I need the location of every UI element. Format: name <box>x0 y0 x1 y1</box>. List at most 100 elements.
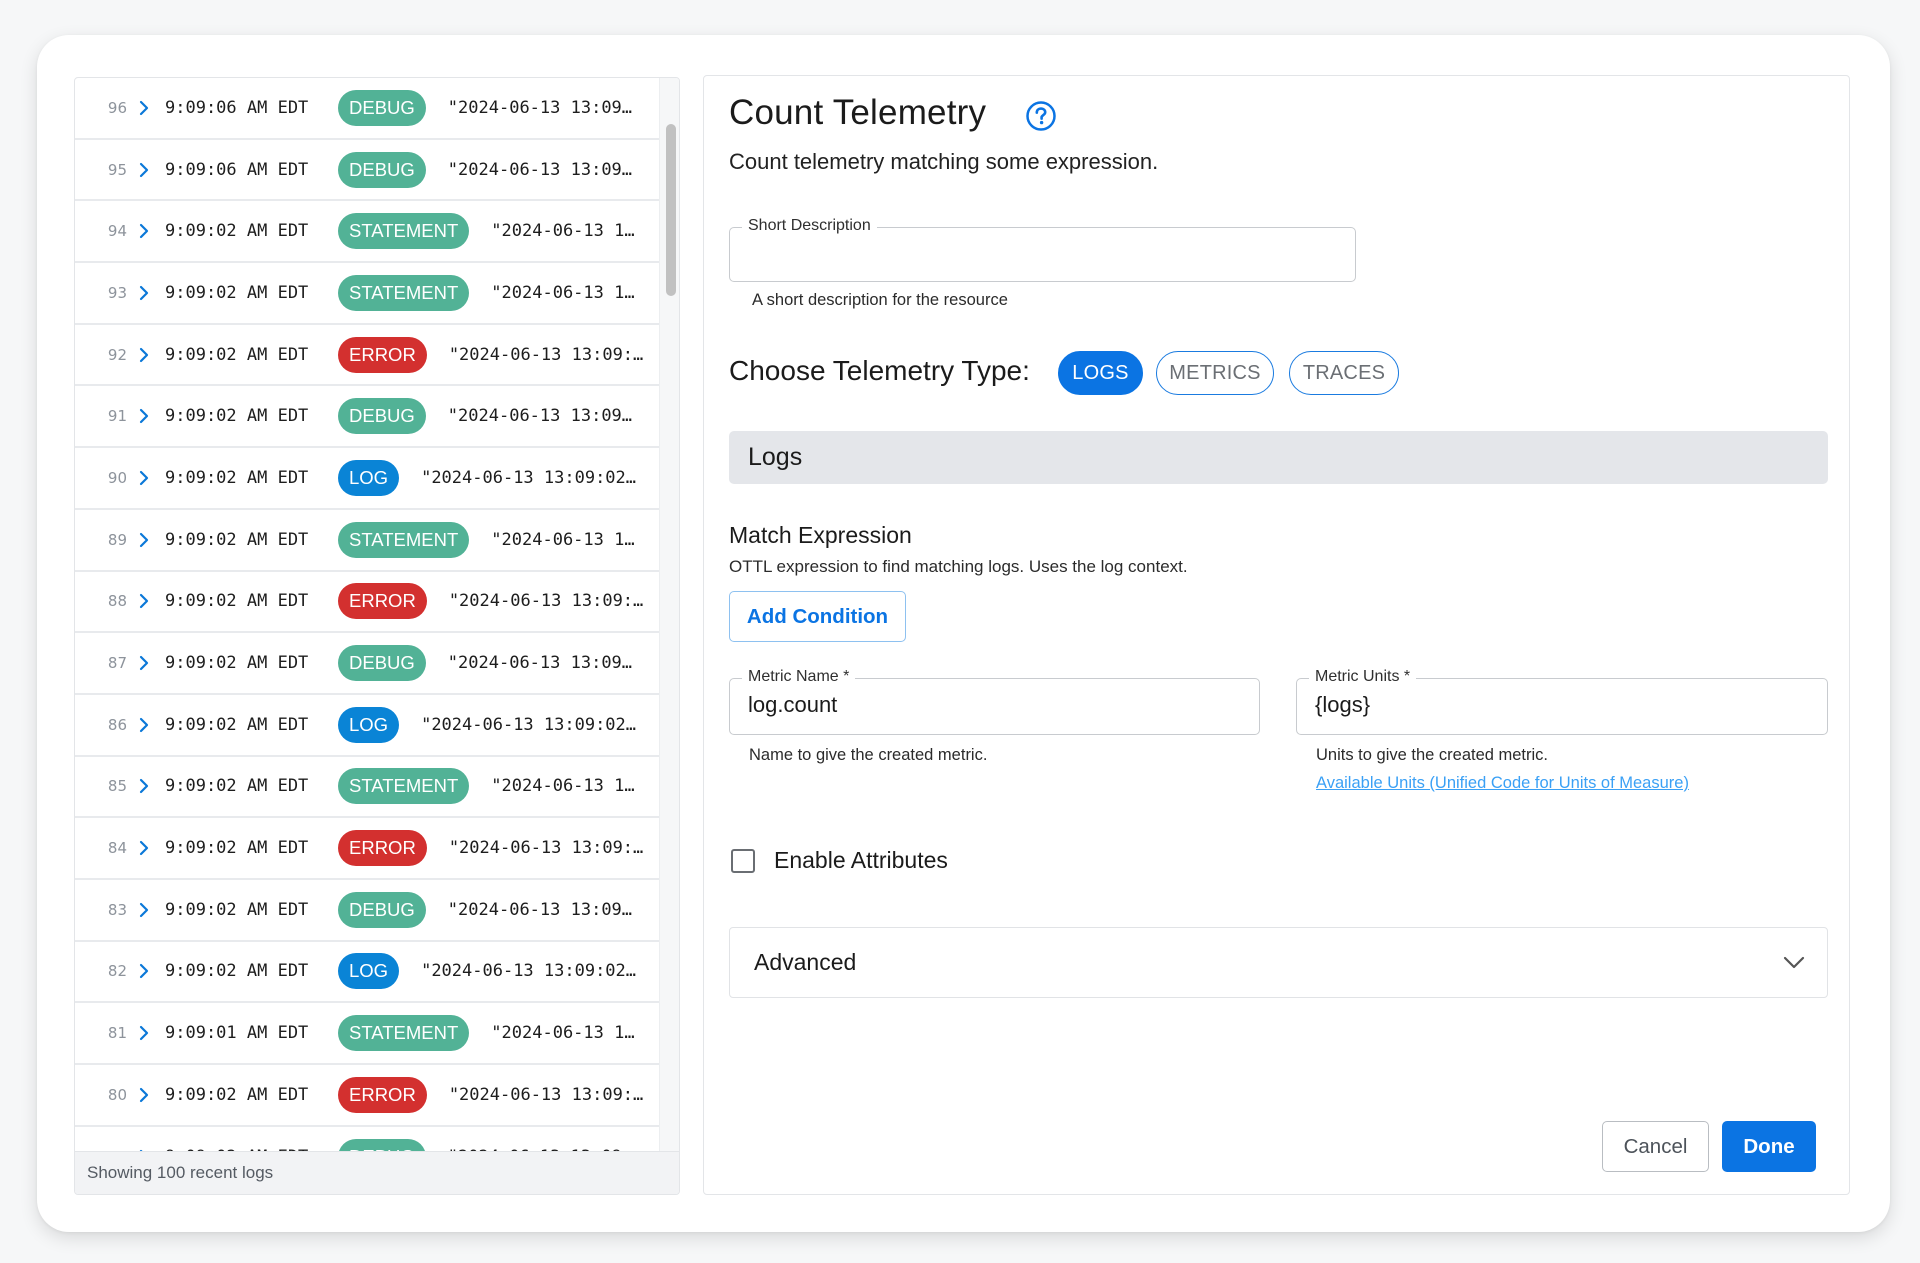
log-timestamp: 9:09:01 AM EDT <box>165 1023 309 1044</box>
log-message: "2024-06-13 13:09:… <box>448 591 644 612</box>
log-message: "2024-06-13 1… <box>491 221 635 242</box>
log-timestamp: 9:09:02 AM EDT <box>165 529 309 550</box>
log-timestamp: 9:09:02 AM EDT <box>165 776 309 797</box>
expand-chevron-icon[interactable] <box>139 840 161 856</box>
metric-units-field[interactable]: Metric Units * {logs} <box>1296 668 1828 735</box>
log-message: "2024-06-13 1… <box>491 776 635 797</box>
add-condition-button[interactable]: Add Condition <box>729 591 906 642</box>
expand-chevron-icon[interactable] <box>139 655 161 671</box>
metric-units-input[interactable]: {logs} <box>1315 692 1370 718</box>
log-row[interactable]: 90 9:09:02 AM EDT LOG "2024-06-13 13:09:02… <box>75 448 659 510</box>
log-row[interactable]: 91 9:09:02 AM EDT DEBUG "2024-06-13 13:09… <box>75 386 659 449</box>
metric-name-field[interactable]: Metric Name * log.count <box>729 668 1260 735</box>
log-row[interactable]: 799:09:02 AM EDTDEBUG"2024-06-13 13:09… <box>75 1127 659 1153</box>
log-level-badge: STATEMENT <box>338 768 470 805</box>
logs-section-header: Logs <box>729 431 1828 484</box>
log-row-number: 95 <box>107 160 127 179</box>
count-telemetry-form: Count Telemetry Count telemetry matching… <box>703 75 1850 1195</box>
expand-chevron-icon[interactable] <box>139 963 161 979</box>
log-row[interactable]: 85 9:09:02 AM EDT STATEMENT "2024-06-13 1… <box>75 757 659 819</box>
log-level-badge: STATEMENT <box>338 1015 470 1052</box>
log-list-scrollbar-thumb[interactable] <box>666 124 676 296</box>
expand-chevron-icon[interactable] <box>139 162 161 178</box>
log-timestamp: 9:09:06 AM EDT <box>165 159 309 180</box>
logs-section-title: Logs <box>748 443 803 471</box>
expand-chevron-icon[interactable] <box>139 100 161 116</box>
advanced-label: Advanced <box>754 949 857 975</box>
log-row[interactable]: 87 9:09:02 AM EDT DEBUG "2024-06-13 13:09… <box>75 633 659 695</box>
log-row[interactable]: 88 9:09:02 AM EDT ERROR "2024-06-13 13:09:… <box>75 572 659 634</box>
log-message: "2024-06-13 13:09:02… <box>421 714 637 735</box>
log-row[interactable]: 96 9:09:06 AM EDT DEBUG "2024-06-13 13:09… <box>75 78 659 140</box>
log-message: "2024-06-13 13:09… <box>447 653 633 674</box>
expand-chevron-icon[interactable] <box>139 1025 161 1041</box>
log-timestamp: 9:09:02 AM EDT <box>165 406 309 427</box>
log-row-number: 96 <box>107 98 127 117</box>
log-row[interactable]: 94 9:09:02 AM EDT STATEMENT "2024-06-13 1… <box>75 201 659 264</box>
expand-chevron-icon[interactable] <box>139 408 161 424</box>
log-level-badge: DEBUG <box>338 398 426 435</box>
enable-attributes-label[interactable]: Enable Attributes <box>774 847 948 874</box>
log-row[interactable]: 82 9:09:02 AM EDT LOG "2024-06-13 13:09:02… <box>75 942 659 1004</box>
log-message: "2024-06-13 1… <box>491 282 635 303</box>
telemetry-type-logs-chip[interactable]: LOGS <box>1058 351 1143 395</box>
done-button[interactable]: Done <box>1722 1121 1816 1172</box>
telemetry-type-metrics-chip[interactable]: METRICS <box>1156 351 1274 395</box>
log-row[interactable]: 86 9:09:02 AM EDT LOG "2024-06-13 13:09:02… <box>75 695 659 757</box>
log-row-number: 86 <box>107 715 127 734</box>
expand-chevron-icon[interactable] <box>139 1087 161 1103</box>
log-timestamp: 9:09:02 AM EDT <box>165 221 309 242</box>
expand-chevron-icon[interactable] <box>139 778 161 794</box>
log-row-number: 90 <box>107 468 127 487</box>
log-row[interactable]: 84 9:09:02 AM EDT ERROR "2024-06-13 13:09:… <box>75 818 659 880</box>
log-row-number: 83 <box>107 900 127 919</box>
log-row[interactable]: 80 9:09:02 AM EDT ERROR "2024-06-13 13:09:… <box>75 1065 659 1127</box>
log-message: "2024-06-13 13:09:02… <box>421 961 637 982</box>
log-level-badge: ERROR <box>338 1076 427 1113</box>
expand-chevron-icon[interactable] <box>139 285 161 301</box>
log-row[interactable]: 83 9:09:02 AM EDT DEBUG "2024-06-13 13:09… <box>75 880 659 942</box>
log-level-badge: ERROR <box>338 336 427 373</box>
log-row-number: 91 <box>107 407 127 426</box>
log-level-badge: ERROR <box>338 830 427 867</box>
expand-chevron-icon[interactable] <box>139 470 161 486</box>
log-row[interactable]: 89 9:09:02 AM EDT STATEMENT "2024-06-13 1… <box>75 510 659 572</box>
enable-attributes-checkbox[interactable] <box>731 849 755 873</box>
log-level-badge: STATEMENT <box>338 521 470 558</box>
log-timestamp: 9:09:02 AM EDT <box>165 282 309 303</box>
expand-chevron-icon[interactable] <box>139 593 161 609</box>
expand-chevron-icon[interactable] <box>139 717 161 733</box>
log-row[interactable]: 93 9:09:02 AM EDT STATEMENT "2024-06-13 1… <box>75 263 659 325</box>
cancel-button[interactable]: Cancel <box>1602 1121 1709 1172</box>
metric-name-label: Metric Name * <box>742 668 856 686</box>
log-row[interactable]: 95 9:09:06 AM EDT DEBUG "2024-06-13 13:09… <box>75 140 659 202</box>
page-subtitle: Count telemetry matching some expression… <box>729 149 1159 174</box>
log-row-number: 82 <box>107 962 127 981</box>
log-message: "2024-06-13 1… <box>491 529 635 550</box>
log-row[interactable]: 92 9:09:02 AM EDT ERROR "2024-06-13 13:09:… <box>75 325 659 387</box>
short-description-field[interactable]: Short Description <box>729 217 1356 282</box>
metric-name-input[interactable]: log.count <box>748 692 837 718</box>
log-level-badge: ERROR <box>338 583 427 620</box>
log-message: "2024-06-13 13:09… <box>447 159 633 180</box>
expand-chevron-icon[interactable] <box>139 223 161 239</box>
expand-chevron-icon[interactable] <box>139 532 161 548</box>
metric-name-helper: Name to give the created metric. <box>749 746 988 764</box>
log-level-badge: DEBUG <box>338 891 426 928</box>
log-message: "2024-06-13 13:09… <box>447 406 633 427</box>
telemetry-type-traces-chip[interactable]: TRACES <box>1289 351 1399 395</box>
log-level-badge: LOG <box>338 459 400 496</box>
available-units-link[interactable]: Available Units (Unified Code for Units … <box>1316 774 1689 793</box>
expand-chevron-icon[interactable] <box>139 347 161 363</box>
log-level-badge: LOG <box>338 706 400 743</box>
expand-chevron-icon[interactable] <box>139 902 161 918</box>
log-list: 96 9:09:06 AM EDT DEBUG "2024-06-13 13:09… 9… <box>75 78 659 1153</box>
log-timestamp: 9:09:02 AM EDT <box>165 591 309 612</box>
help-icon[interactable] <box>1025 100 1057 132</box>
log-row-number: 87 <box>107 654 127 673</box>
log-level-badge: LOG <box>338 953 400 990</box>
log-row[interactable]: 81 9:09:01 AM EDT STATEMENT "2024-06-13 1… <box>75 1003 659 1065</box>
match-expression-description: OTTL expression to find matching logs. U… <box>729 557 1188 576</box>
advanced-accordion[interactable]: Advanced <box>729 927 1828 998</box>
log-list-scrollbar[interactable] <box>659 78 679 1153</box>
